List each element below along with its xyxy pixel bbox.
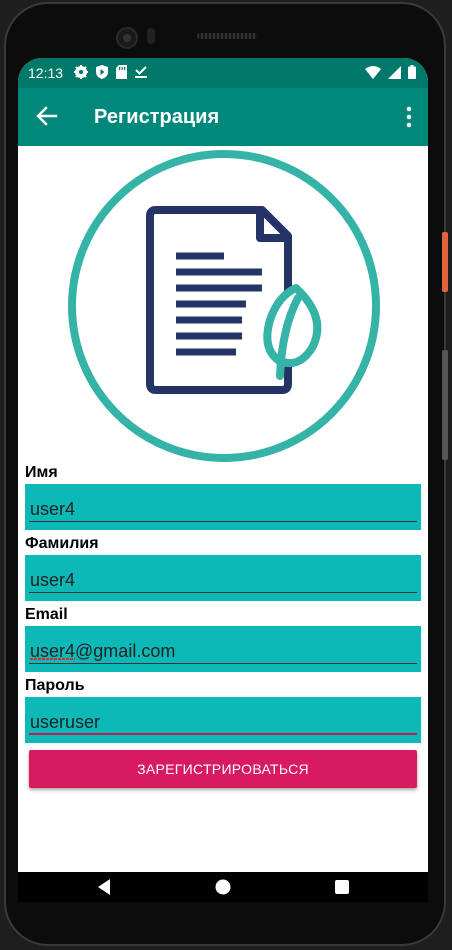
email-input[interactable] — [25, 626, 421, 672]
password-underline — [29, 733, 417, 735]
status-bar: 12:13 — [18, 58, 428, 88]
nav-home-icon[interactable] — [215, 872, 231, 902]
arrow-left-icon[interactable] — [34, 103, 60, 129]
device-frame: 12:13 Регистрация Имя user4 Фамилия user… — [0, 0, 452, 950]
app-bar: Регистрация — [18, 88, 428, 146]
status-time: 12:13 — [28, 65, 64, 81]
download-done-icon — [135, 66, 147, 78]
register-button[interactable]: ЗАРЕГИСТРИРОВАТЬСЯ — [29, 750, 417, 788]
nav-recents-icon[interactable] — [334, 872, 350, 902]
play-protect-icon — [96, 65, 108, 79]
app-screen: 12:13 Регистрация Имя user4 Фамилия user… — [18, 58, 428, 902]
password-label: Пароль — [25, 677, 85, 694]
status-system-icons — [365, 65, 416, 79]
last-name-label: Фамилия — [25, 535, 99, 552]
power-button — [442, 232, 448, 292]
volume-button — [442, 350, 448, 460]
first-name-input[interactable] — [25, 484, 421, 530]
last-name-underline — [29, 592, 417, 593]
email-underline — [29, 663, 417, 664]
sd-card-icon — [116, 65, 127, 79]
email-field[interactable] — [25, 626, 421, 672]
document-leaf-logo — [68, 150, 380, 462]
page-title: Регистрация — [94, 106, 220, 128]
password-field[interactable] — [25, 697, 421, 743]
front-camera — [116, 27, 138, 49]
email-label: Email — [25, 606, 68, 623]
last-name-field[interactable] — [25, 555, 421, 601]
wifi-icon — [365, 65, 381, 79]
last-name-input[interactable] — [25, 555, 421, 601]
battery-icon — [408, 65, 416, 79]
password-input[interactable] — [25, 697, 421, 743]
spellcheck-underline — [30, 658, 75, 660]
camera-sensor — [147, 28, 155, 44]
nav-back-icon[interactable] — [96, 872, 112, 902]
signal-icon — [388, 65, 401, 79]
first-name-label: Имя — [25, 464, 58, 481]
status-notification-icons — [74, 65, 147, 79]
earpiece-speaker — [197, 33, 257, 39]
first-name-underline — [29, 521, 417, 522]
first-name-field[interactable] — [25, 484, 421, 530]
navigation-bar — [18, 872, 428, 902]
gear-icon — [74, 65, 88, 79]
more-vert-icon[interactable] — [404, 104, 414, 130]
